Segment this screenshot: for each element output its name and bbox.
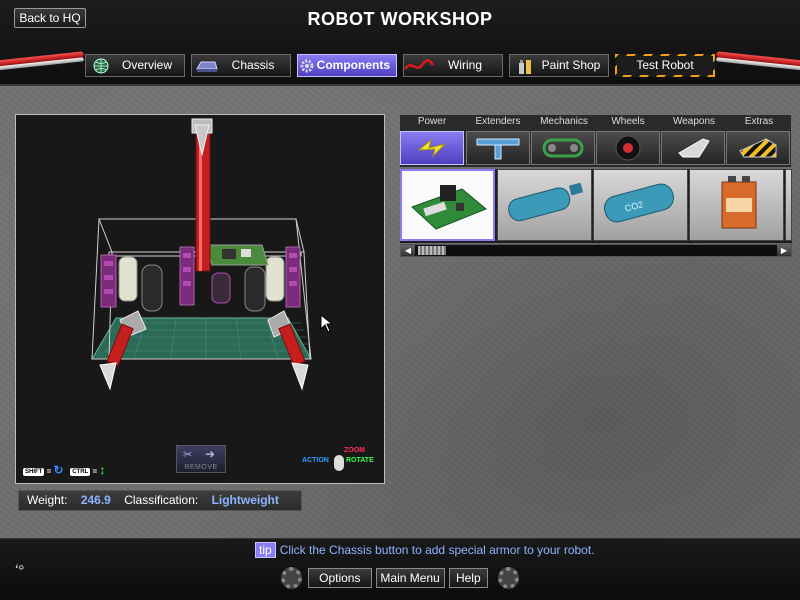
circuit-board-icon xyxy=(411,185,487,230)
blade-icon xyxy=(678,138,710,158)
tab-label: Test Robot xyxy=(636,58,694,72)
ctrl-key: CTRL xyxy=(70,467,91,476)
battery-icon xyxy=(721,176,757,229)
logo: ʻ° xyxy=(14,563,24,580)
tab-components[interactable]: Components xyxy=(297,54,397,77)
mouse-cursor-icon xyxy=(320,314,334,333)
part-co2-tank[interactable]: CO2 xyxy=(593,169,688,241)
tab-label: Components xyxy=(316,58,390,72)
tab-label: Paint Shop xyxy=(541,58,601,72)
classification-value: Lightweight xyxy=(211,493,279,507)
tab-label: Overview xyxy=(121,58,172,72)
robot-3d-viewport[interactable]: SHIFT = ↻ CTRL = ↕ ✂ ➜ REMOVE ZOOM ACTIO… xyxy=(15,114,385,484)
camera-key-hint: SHIFT = ↻ CTRL = ↕ xyxy=(23,463,106,477)
remove-label: REMOVE xyxy=(184,464,218,471)
remove-part-button[interactable]: ✂ ➜ REMOVE xyxy=(176,445,226,473)
chain-icon xyxy=(542,138,584,158)
category-wheels-button[interactable] xyxy=(596,131,660,165)
scroll-right-icon[interactable]: ▶ xyxy=(777,245,791,256)
mouse-control-hint: ZOOM ACTION ROTATE xyxy=(302,447,382,479)
hazard-icon xyxy=(739,138,777,158)
extender-icon xyxy=(476,138,520,160)
paint-icon xyxy=(510,57,540,75)
arrow-right-icon: ➜ xyxy=(205,447,216,461)
tab-test-robot[interactable]: Test Robot xyxy=(615,54,715,77)
header-bar: Back to HQ ROBOT WORKSHOP Overview Chass… xyxy=(0,0,800,86)
scissors-icon: ✂ xyxy=(183,449,193,461)
co2-tank-icon: CO2 xyxy=(604,183,674,223)
tab-paint-shop[interactable]: Paint Shop xyxy=(509,54,609,77)
category-power-button[interactable] xyxy=(400,131,464,165)
tip-text: Click the Chassis button to add special … xyxy=(279,543,595,557)
gear-icon xyxy=(298,58,317,74)
help-button[interactable]: Help xyxy=(448,568,488,588)
parts-scrollbar[interactable]: ◀ ▶ xyxy=(400,244,792,257)
wire-icon xyxy=(404,58,434,73)
vertical-arrows-icon: ↕ xyxy=(99,463,106,477)
part-nitro-tank[interactable] xyxy=(497,169,592,241)
tab-wiring[interactable]: Wiring xyxy=(403,54,503,77)
tab-label: Wiring xyxy=(447,58,482,72)
tab-label: Chassis xyxy=(231,58,275,72)
footer-bar: ʻ° tip Click the Chassis button to add s… xyxy=(0,538,800,600)
mouse-rotate-label: ROTATE xyxy=(346,457,374,464)
wheel-icon xyxy=(615,135,641,161)
scroll-left-icon[interactable]: ◀ xyxy=(401,245,415,256)
category-label-extras: Extras xyxy=(744,116,774,127)
tab-chassis[interactable]: Chassis xyxy=(191,54,291,77)
mouse-icon xyxy=(334,455,344,471)
weight-label: Weight: xyxy=(27,493,68,507)
category-labels: Power Extenders Mechanics Wheels Weapons… xyxy=(400,115,791,131)
robot-stats-bar: Weight: 246.9 Classification: Lightweigh… xyxy=(18,490,302,511)
category-extras-button[interactable] xyxy=(726,131,790,165)
category-mechanics-button[interactable] xyxy=(531,131,595,165)
category-label-wheels: Wheels xyxy=(611,116,645,127)
scroll-thumb[interactable] xyxy=(418,246,446,255)
mouse-action-label: ACTION xyxy=(302,457,329,464)
globe-icon xyxy=(86,58,116,74)
main-menu-button[interactable]: Main Menu xyxy=(375,568,445,588)
category-label-power: Power xyxy=(417,116,447,127)
tip-line: tip Click the Chassis button to add spec… xyxy=(255,542,595,558)
chassis-icon xyxy=(192,59,222,73)
parts-list: CO2 xyxy=(400,169,792,243)
options-button[interactable]: Options xyxy=(308,568,372,588)
category-weapons-button[interactable] xyxy=(661,131,725,165)
robot-model xyxy=(91,118,312,391)
page-title: ROBOT WORKSHOP xyxy=(307,9,493,29)
tip-badge: tip xyxy=(255,542,276,558)
gear-icon xyxy=(497,567,519,589)
shift-key: SHIFT xyxy=(23,467,45,476)
part-battery[interactable] xyxy=(689,169,784,241)
mouse-zoom-label: ZOOM xyxy=(344,447,365,454)
footer-buttons: Options Main Menu Help xyxy=(275,565,525,591)
gear-icon xyxy=(281,567,303,589)
weight-value: 246.9 xyxy=(80,493,111,507)
tank-icon xyxy=(508,182,584,222)
part-circuit-board[interactable] xyxy=(400,169,495,241)
category-buttons xyxy=(400,131,791,167)
category-label-extenders: Extenders xyxy=(475,116,521,127)
part-partial[interactable] xyxy=(785,169,792,241)
tab-overview[interactable]: Overview xyxy=(85,54,185,77)
rotate-icon: ↻ xyxy=(53,463,64,477)
classification-label: Classification: xyxy=(124,493,199,507)
category-extenders-button[interactable] xyxy=(466,131,530,165)
category-label-weapons: Weapons xyxy=(672,116,716,127)
category-label-mechanics: Mechanics xyxy=(540,116,588,127)
lightning-icon xyxy=(417,138,447,158)
